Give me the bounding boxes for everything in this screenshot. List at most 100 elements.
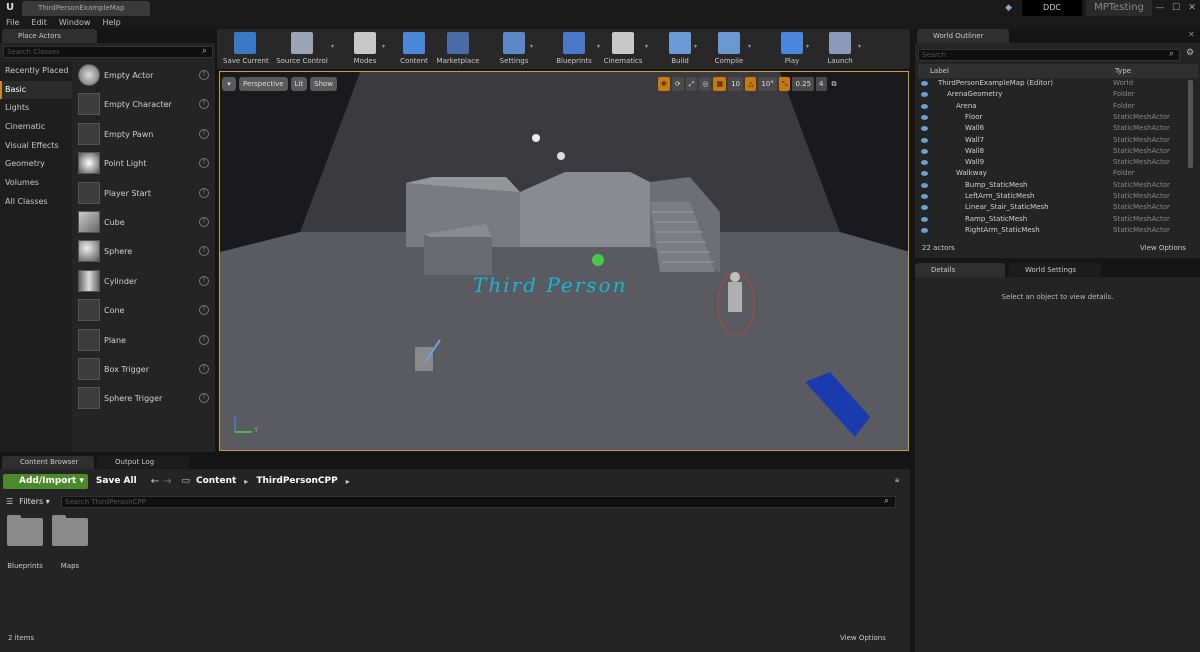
actor-item[interactable]: Cone? — [75, 297, 215, 326]
scale-icon[interactable]: ⤢ — [685, 77, 698, 91]
dropdown-arrow-icon[interactable]: ▾ — [748, 43, 751, 50]
dropdown-arrow-icon[interactable]: ▾ — [530, 43, 533, 50]
perspective-button[interactable]: Perspective — [239, 77, 288, 91]
category-geometry[interactable]: Geometry — [0, 155, 72, 174]
label-column-header[interactable]: Label — [930, 67, 949, 75]
add-import-button[interactable]: Add/Import ▾ — [3, 473, 88, 489]
forward-icon[interactable]: → — [163, 476, 171, 487]
world-settings-tab[interactable]: World Settings — [1009, 263, 1101, 277]
outliner-row[interactable]: Wall6 StaticMeshActor — [918, 123, 1188, 134]
outliner-row[interactable]: Floor StaticMeshActor — [918, 112, 1188, 123]
outliner-row[interactable]: Linear_Stair_StaticMesh StaticMeshActor — [918, 202, 1188, 213]
menu-file[interactable]: File — [0, 16, 25, 29]
viewport-menu-button[interactable]: ▾ — [222, 77, 236, 91]
toolbar-save-current-button[interactable]: Save Current — [223, 29, 269, 69]
lit-button[interactable]: Lit — [290, 77, 308, 91]
world-outliner-tab[interactable]: World Outliner — [917, 29, 1009, 43]
visibility-eye-icon[interactable] — [921, 205, 928, 211]
path-thirdpersoncpp[interactable]: ThirdPersonCPP — [256, 476, 337, 486]
grid-snap-icon[interactable]: ▦ — [713, 77, 727, 91]
rotate-icon[interactable]: ⟳ — [671, 77, 684, 91]
search-icon[interactable]: ⌕ — [884, 496, 889, 506]
actor-item[interactable]: Player Start? — [75, 180, 215, 209]
outliner-row[interactable]: Walkway Folder — [918, 168, 1188, 179]
actor-item[interactable]: Empty Actor? — [75, 62, 215, 91]
visibility-eye-icon[interactable] — [921, 216, 928, 222]
visibility-eye-icon[interactable] — [921, 194, 928, 199]
toolbar-cinematics-button[interactable]: Cinematics ▾ — [600, 29, 648, 69]
outliner-row[interactable]: Wall7 StaticMeshActor — [918, 135, 1188, 146]
menu-help[interactable]: Help — [96, 16, 126, 29]
outliner-settings-icon[interactable]: ⚙ — [1186, 48, 1194, 58]
scale-snap-icon[interactable]: ⤡ — [778, 77, 791, 91]
place-actors-tab[interactable]: Place Actors — [2, 29, 97, 43]
help-icon[interactable]: ? — [199, 393, 209, 404]
outliner-row[interactable]: ThirdPersonExampleMap (Editor) World — [918, 78, 1188, 89]
lock-icon[interactable]: 🔒︎ — [895, 475, 899, 485]
outliner-view-options[interactable]: View Options — [1140, 241, 1186, 255]
actor-item[interactable]: Plane? — [75, 327, 215, 356]
sources-toggle-icon[interactable]: ☰ — [6, 497, 13, 506]
category-visual-effects[interactable]: Visual Effects — [0, 137, 72, 156]
help-icon[interactable]: ? — [199, 246, 209, 257]
visibility-eye-icon[interactable] — [921, 182, 928, 188]
search-classes-input[interactable]: Search Classes — [3, 46, 213, 58]
path-content[interactable]: Content — [196, 476, 236, 486]
content-view-options[interactable]: View Options — [840, 634, 886, 642]
category-recently-placed[interactable]: Recently Placed — [0, 62, 72, 81]
outliner-row[interactable]: LeftArm_StaticMesh StaticMeshActor — [918, 191, 1188, 202]
outliner-row[interactable]: Ramp_StaticMesh StaticMeshActor — [918, 214, 1188, 225]
document-tab[interactable]: ThirdPersonExampleMap — [22, 1, 150, 16]
dropdown-arrow-icon[interactable]: ▾ — [331, 43, 334, 50]
world-space-icon[interactable]: ◎ — [699, 77, 712, 91]
save-all-button[interactable]: Save All — [96, 476, 137, 486]
toolbar-play-button[interactable]: Play ▾ — [777, 29, 809, 69]
toolbar-source-control-button[interactable]: Source Control ▾ — [272, 29, 334, 69]
toolbar-launch-button[interactable]: Launch ▾ — [821, 29, 861, 69]
visibility-eye-icon[interactable] — [921, 137, 928, 143]
visibility-eye-icon[interactable] — [921, 148, 928, 154]
camera-speed-value[interactable]: 4 — [816, 77, 827, 91]
category-volumes[interactable]: Volumes — [0, 174, 72, 193]
level-viewport[interactable]: Third Person Y — [219, 71, 909, 451]
output-log-tab[interactable]: Output Log — [97, 456, 189, 469]
help-icon[interactable]: ? — [199, 363, 209, 374]
toolbar-compile-button[interactable]: Compile ▾ — [709, 29, 751, 69]
toolbar-blueprints-button[interactable]: Blueprints ▾ — [550, 29, 600, 69]
dropdown-arrow-icon[interactable]: ▾ — [694, 43, 697, 50]
maximize-icon[interactable]: ☐ — [1168, 0, 1184, 16]
actor-item[interactable]: Empty Pawn? — [75, 121, 215, 150]
help-icon[interactable]: ? — [199, 99, 209, 110]
details-tab[interactable]: Details — [915, 263, 1005, 277]
content-browser-tab[interactable]: Content Browser — [2, 456, 94, 469]
minimize-icon[interactable]: — — [1152, 0, 1168, 16]
toolbar-settings-button[interactable]: Settings ▾ — [497, 29, 533, 69]
help-icon[interactable]: ? — [199, 334, 209, 345]
visibility-eye-icon[interactable] — [921, 160, 928, 166]
category-all-classes[interactable]: All Classes — [0, 193, 72, 212]
grid-snap-value[interactable]: 10 — [728, 77, 744, 91]
rotation-snap-value[interactable]: 10° — [758, 77, 777, 91]
help-icon[interactable]: ? — [199, 305, 209, 316]
visibility-eye-icon[interactable] — [921, 92, 928, 98]
visibility-eye-icon[interactable] — [921, 81, 928, 86]
outliner-row[interactable]: ArenaGeometry Folder — [918, 89, 1188, 100]
actor-item[interactable]: Sphere Trigger? — [75, 385, 215, 414]
help-icon[interactable]: ? — [199, 216, 209, 227]
notification-icon[interactable]: ◆ — [1005, 3, 1012, 13]
toolbar-marketplace-button[interactable]: Marketplace — [435, 29, 481, 69]
outliner-scrollbar[interactable] — [1188, 80, 1193, 168]
help-icon[interactable]: ? — [199, 187, 209, 198]
help-icon[interactable]: ? — [199, 158, 209, 169]
translate-icon[interactable]: ✥ — [658, 77, 670, 91]
search-icon[interactable]: ⌕ — [1169, 49, 1174, 59]
category-cinematic[interactable]: Cinematic — [0, 118, 72, 137]
category-basic[interactable]: Basic — [0, 80, 72, 100]
outliner-row[interactable]: Wall9 StaticMeshActor — [918, 157, 1188, 168]
content-search-input[interactable]: Search ThirdPersonCPP — [61, 496, 896, 508]
help-icon[interactable]: ? — [199, 128, 209, 139]
rotation-snap-icon[interactable]: △ — [745, 77, 757, 91]
help-icon[interactable]: ? — [199, 70, 209, 80]
show-button[interactable]: Show — [310, 77, 338, 91]
filters-button[interactable]: Filters ▾ — [19, 497, 50, 506]
